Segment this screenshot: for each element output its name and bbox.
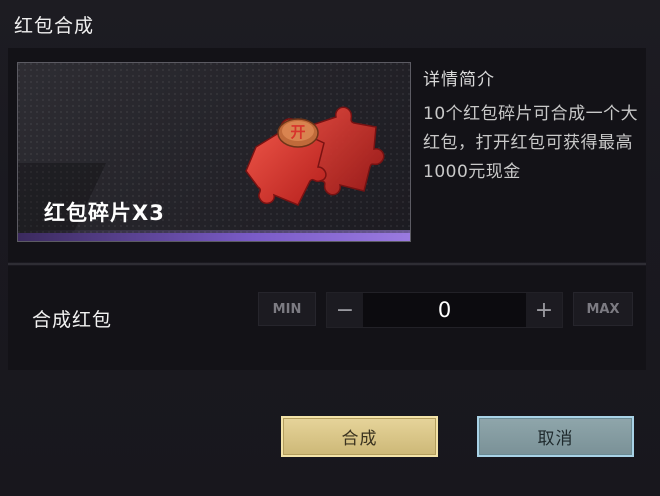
increment-button[interactable]: + xyxy=(526,293,562,327)
item-name: 红包碎片X3 xyxy=(44,201,165,225)
rarity-stripe xyxy=(18,233,410,241)
svg-text:开: 开 xyxy=(290,123,305,141)
red-envelope-puzzle-icon: 开 xyxy=(245,106,385,206)
decrement-button[interactable]: − xyxy=(327,293,363,327)
compose-button[interactable]: 合成 xyxy=(281,416,438,457)
quantity-value[interactable]: 0 xyxy=(363,293,526,327)
compose-dialog: 红包合成 开 红包碎片X3 详情简介 10个红包碎片可合成一个大红包，打开红包可… xyxy=(0,0,660,496)
min-button[interactable]: MIN xyxy=(258,292,316,326)
cancel-button[interactable]: 取消 xyxy=(477,416,634,457)
dialog-title: 红包合成 xyxy=(14,15,95,37)
detail-title: 详情简介 xyxy=(423,70,495,90)
detail-description: 10个红包碎片可合成一个大红包，打开红包可获得最高1000元现金 xyxy=(423,104,639,182)
compose-label: 合成红包 xyxy=(32,309,113,331)
max-button[interactable]: MAX xyxy=(573,292,633,326)
section-divider xyxy=(8,263,646,265)
quantity-stepper: − 0 + xyxy=(326,292,563,328)
item-card: 开 红包碎片X3 xyxy=(17,62,411,242)
